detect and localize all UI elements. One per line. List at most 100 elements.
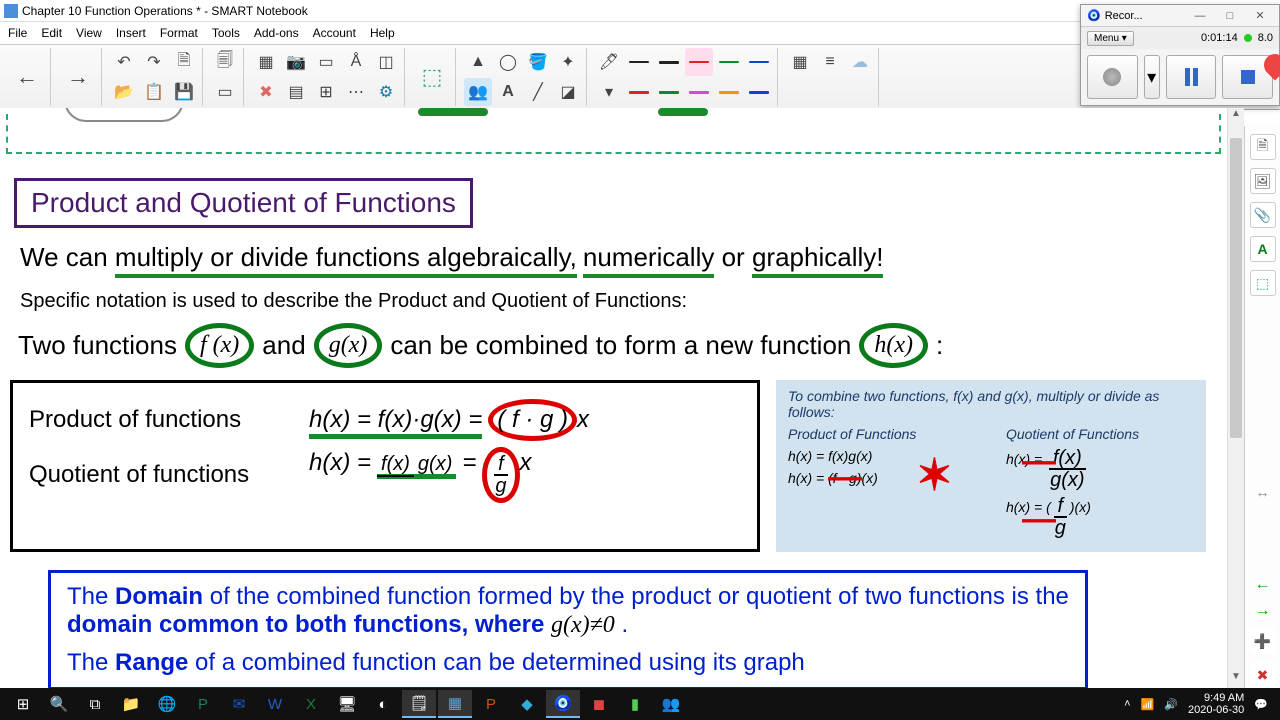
select-tool[interactable]: ▲: [464, 48, 492, 76]
delete-page-button[interactable]: ✖: [1250, 662, 1276, 688]
line-tool[interactable]: ╱: [524, 78, 552, 106]
start-button[interactable]: ⊞: [6, 690, 40, 718]
line-style-button[interactable]: ≡: [816, 48, 844, 76]
taskbar-excel[interactable]: X: [294, 690, 328, 718]
page-button[interactable]: ◫: [372, 48, 400, 76]
menu-format[interactable]: Format: [160, 26, 198, 40]
eraser-tool[interactable]: ◪: [554, 78, 582, 106]
recorder-menu-button[interactable]: Menu ▾: [1087, 31, 1134, 46]
search-button[interactable]: 🔍: [42, 690, 76, 718]
page-sorter-tab[interactable]: 🗎: [1250, 134, 1276, 160]
measurement-button[interactable]: Å: [342, 48, 370, 76]
recorder-maximize[interactable]: □: [1217, 10, 1243, 22]
tray-volume-icon[interactable]: 🔊: [1164, 698, 1178, 711]
menu-insert[interactable]: Insert: [116, 26, 146, 40]
document-button[interactable]: 🗐: [211, 48, 239, 76]
menu-view[interactable]: View: [76, 26, 102, 40]
taskbar-outlook[interactable]: ✉: [222, 690, 256, 718]
tray-chevron-icon[interactable]: ˄: [1124, 698, 1130, 710]
pen-dropdown[interactable]: ▾: [595, 78, 623, 106]
next-page-button[interactable]: →: [1255, 602, 1271, 620]
attachments-tab[interactable]: 📎: [1250, 202, 1276, 228]
doc-camera-button[interactable]: ▭: [312, 48, 340, 76]
dashed-selection-box[interactable]: [6, 114, 1221, 154]
menu-account[interactable]: Account: [313, 26, 356, 40]
zoom-button[interactable]: ▭: [211, 78, 239, 106]
pen-color-1[interactable]: [625, 48, 653, 76]
text-tool[interactable]: A: [494, 78, 522, 106]
taskbar-publisher[interactable]: P: [186, 690, 220, 718]
task-view-button[interactable]: ⧉: [78, 690, 112, 718]
addons-tab[interactable]: ⬚: [1250, 270, 1276, 296]
pen-color-2[interactable]: [655, 48, 683, 76]
save-button[interactable]: 💾: [170, 78, 198, 106]
vertical-scrollbar[interactable]: ▲ ▼: [1227, 108, 1244, 688]
taskbar-teams[interactable]: 👥: [654, 690, 688, 718]
page-canvas[interactable]: Product and Quotient of Functions We can…: [0, 108, 1227, 688]
taskbar-clock[interactable]: 9:49 AM 2020-06-30: [1188, 692, 1244, 716]
taskbar-app3[interactable]: ◆: [510, 690, 544, 718]
taskbar-smart[interactable]: ▦: [438, 690, 472, 718]
scroll-up-icon[interactable]: ▲: [1228, 108, 1244, 125]
screen-shade-button[interactable]: ▦: [252, 48, 280, 76]
group-tool[interactable]: 👥: [464, 78, 492, 106]
table-button[interactable]: ⊞: [312, 78, 340, 106]
shape-tool[interactable]: ◯: [494, 48, 522, 76]
color-grid-button[interactable]: ▦: [786, 48, 814, 76]
record-button[interactable]: [1087, 55, 1138, 99]
taskbar-recorder[interactable]: 🧿: [546, 690, 580, 718]
taskbar-app5[interactable]: ▮: [618, 690, 652, 718]
record-dropdown[interactable]: ▾: [1144, 55, 1160, 99]
paste-button[interactable]: 📋: [140, 78, 168, 106]
table-insert-button[interactable]: ▤: [282, 78, 310, 106]
tray-network-icon[interactable]: 📶: [1141, 698, 1155, 711]
menu-help[interactable]: Help: [370, 26, 395, 40]
more-button[interactable]: ⋯: [342, 78, 370, 106]
taskbar-notebook[interactable]: 🗒: [402, 690, 436, 718]
scroll-thumb[interactable]: [1230, 138, 1242, 438]
undo-button[interactable]: ↶: [110, 48, 138, 76]
magic-pen-tool[interactable]: ✦: [554, 48, 582, 76]
pause-button[interactable]: [1166, 55, 1217, 99]
scroll-down-icon[interactable]: ▼: [1228, 671, 1244, 688]
recorder-close[interactable]: ✕: [1247, 9, 1273, 22]
addon-button[interactable]: ⬚: [413, 48, 451, 106]
nav-forward-button[interactable]: →: [59, 48, 97, 106]
cloud-button[interactable]: ☁: [846, 48, 874, 76]
add-page-button[interactable]: ➕: [1250, 628, 1276, 654]
capture-button[interactable]: 📷: [282, 48, 310, 76]
menu-tools[interactable]: Tools: [212, 26, 240, 40]
pen-color-6[interactable]: [625, 78, 653, 106]
resize-handle-icon[interactable]: ↔: [1256, 484, 1270, 500]
pen-color-9[interactable]: [715, 78, 743, 106]
properties-tab[interactable]: A: [1250, 236, 1276, 262]
recorder-window[interactable]: 🧿 Recor... — □ ✕ Menu ▾ 0:01:14 8.0 ▾: [1080, 4, 1280, 106]
taskbar-chrome[interactable]: 🌐: [150, 690, 184, 718]
taskbar-powerpoint[interactable]: P: [474, 690, 508, 718]
pen-tool[interactable]: 🖊: [595, 48, 623, 76]
pen-color-10[interactable]: [745, 78, 773, 106]
prev-page-button[interactable]: ←: [1255, 576, 1271, 594]
menu-edit[interactable]: Edit: [41, 26, 62, 40]
taskbar-app2[interactable]: ◐: [366, 690, 400, 718]
recorder-minimize[interactable]: —: [1187, 10, 1213, 22]
taskbar-explorer[interactable]: 📁: [114, 690, 148, 718]
gallery-tab[interactable]: 🖼: [1250, 168, 1276, 194]
taskbar-app4[interactable]: ◼: [582, 690, 616, 718]
pen-color-4[interactable]: [715, 48, 743, 76]
pen-color-5[interactable]: [745, 48, 773, 76]
menu-addons[interactable]: Add-ons: [254, 26, 299, 40]
gear-icon[interactable]: ⚙: [372, 78, 400, 106]
pen-color-3[interactable]: [685, 48, 713, 76]
nav-back-button[interactable]: ←: [8, 48, 46, 106]
delete-button[interactable]: ✖: [252, 78, 280, 106]
new-page-button[interactable]: 🗎: [170, 48, 198, 76]
system-tray[interactable]: ˄ 📶 🔊 9:49 AM 2020-06-30 💬: [1124, 692, 1274, 716]
tray-notifications-icon[interactable]: 💬: [1254, 698, 1268, 711]
taskbar-app1[interactable]: 🖥: [330, 690, 364, 718]
redo-button[interactable]: ↷: [140, 48, 168, 76]
pen-color-8[interactable]: [685, 78, 713, 106]
open-button[interactable]: 📂: [110, 78, 138, 106]
taskbar-word[interactable]: W: [258, 690, 292, 718]
fill-tool[interactable]: 🪣: [524, 48, 552, 76]
